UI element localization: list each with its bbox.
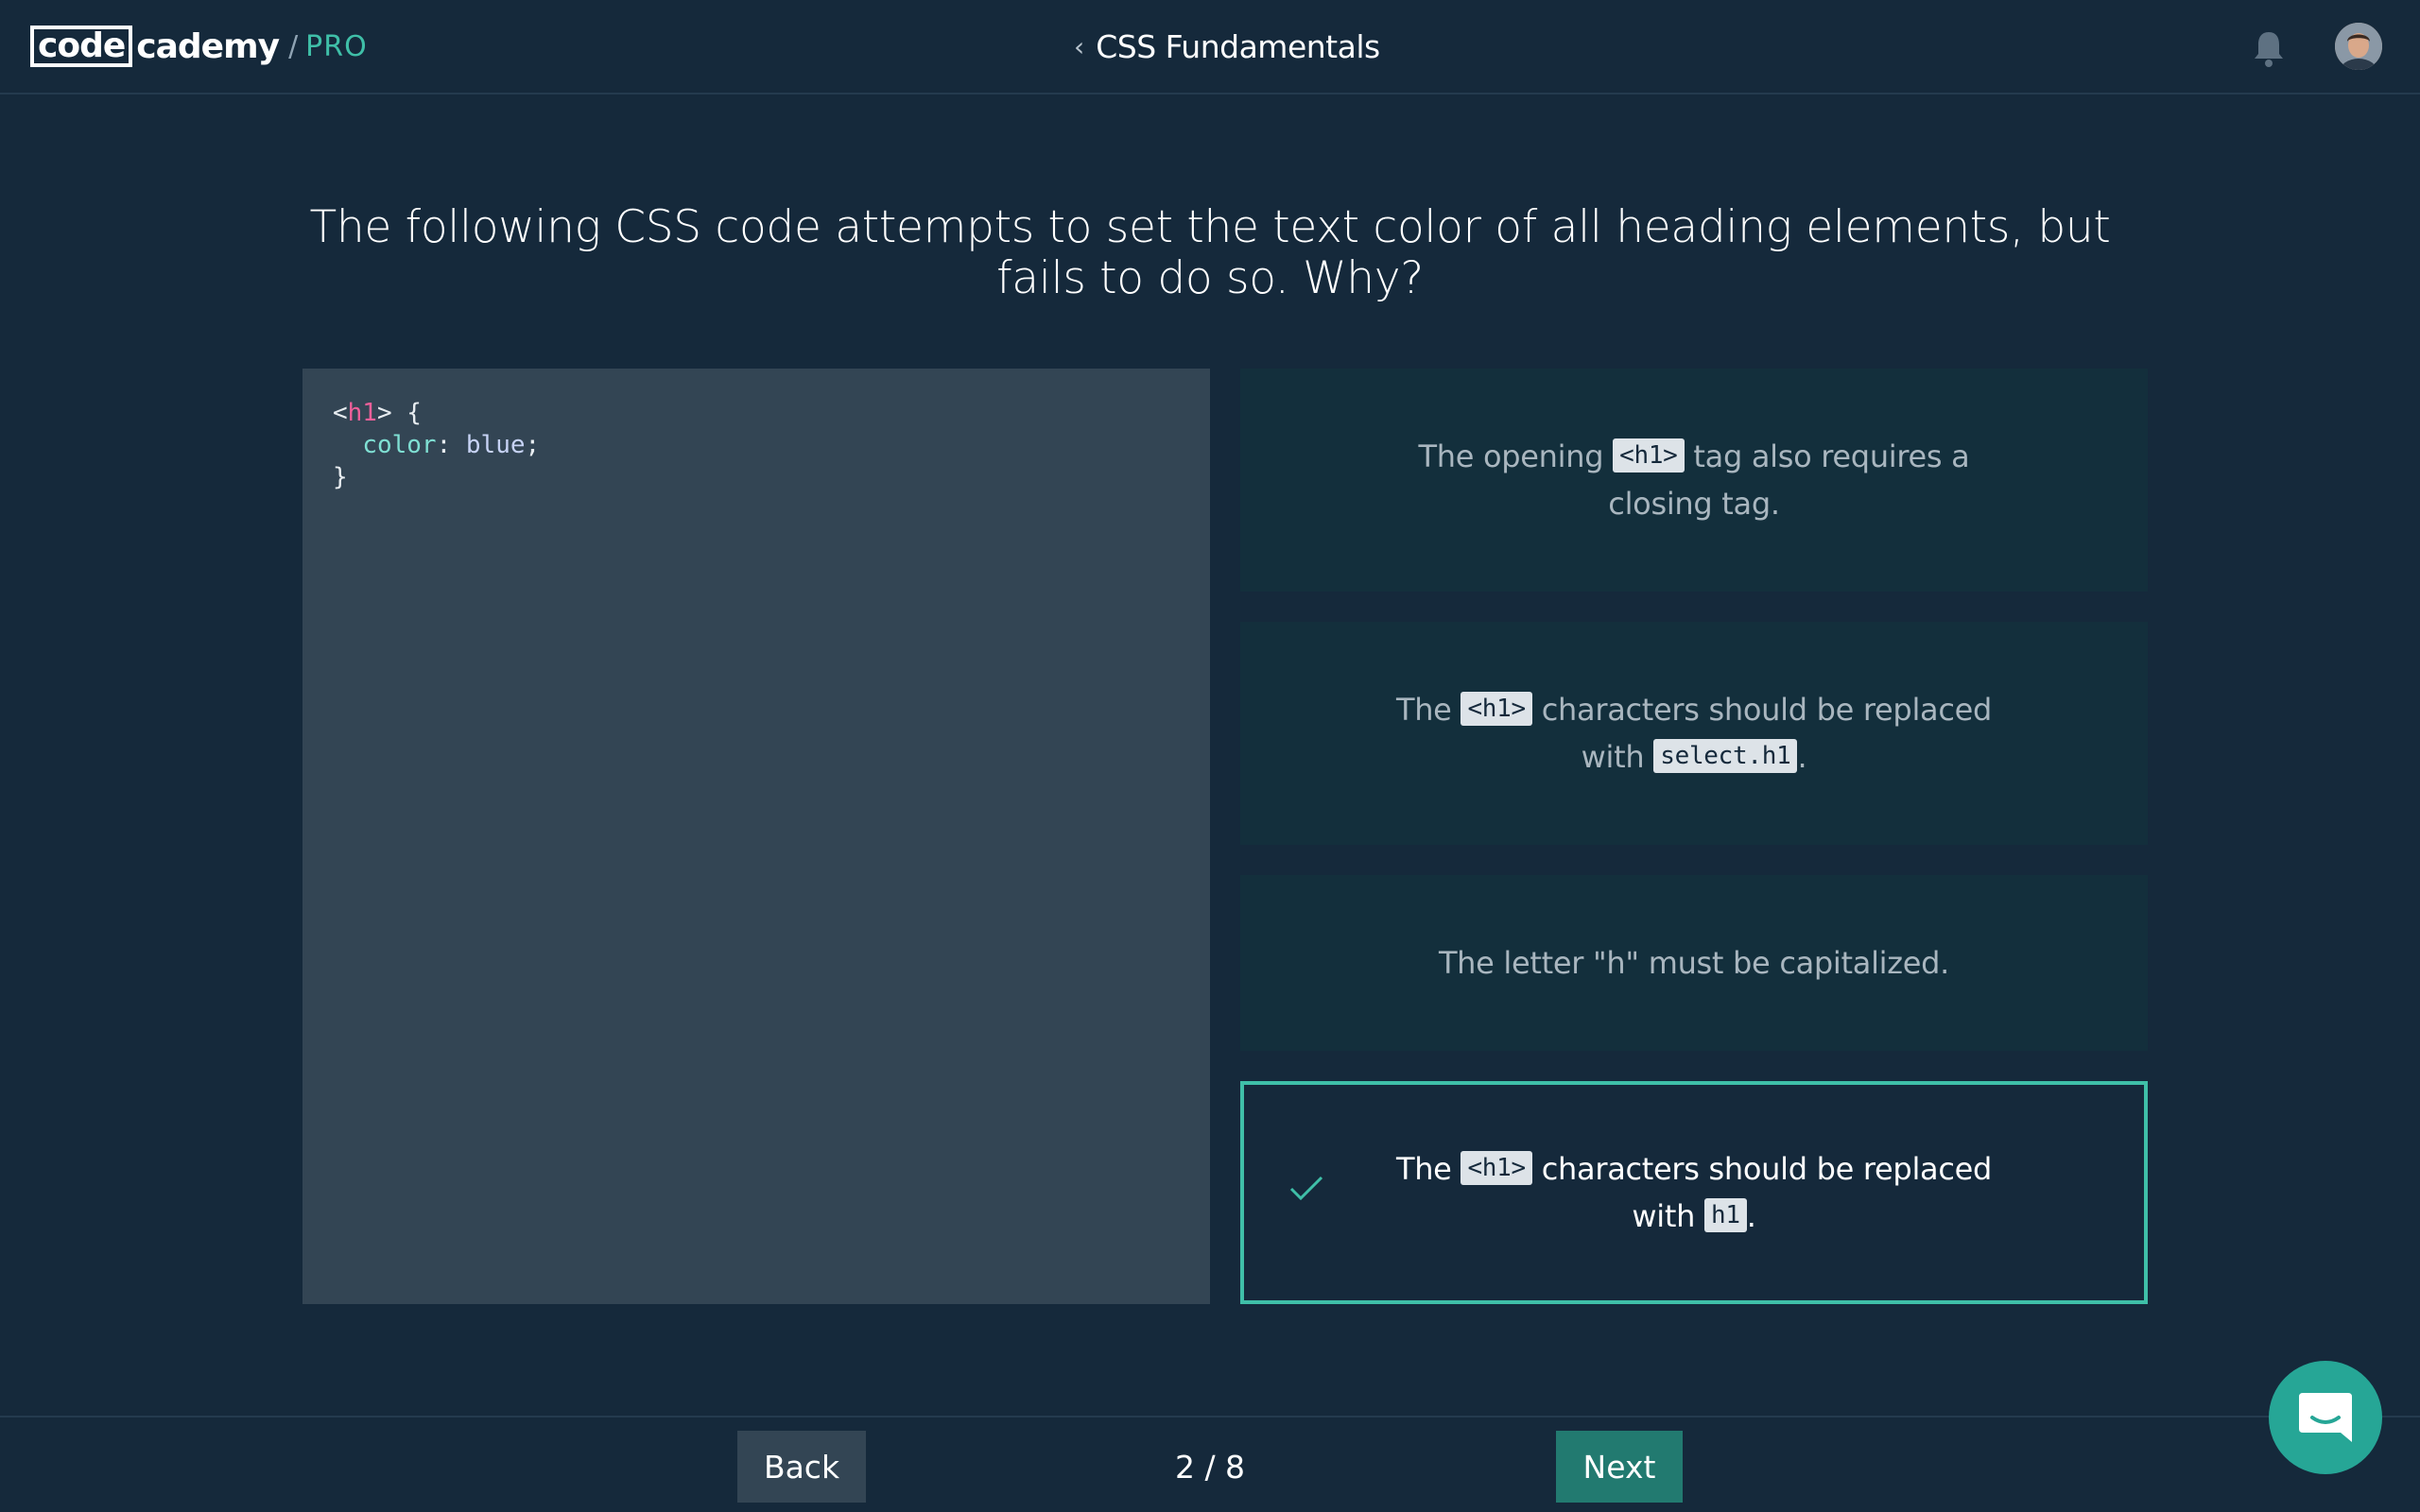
codecademy-logo[interactable]: code cademy / PRO [30, 23, 368, 70]
user-avatar[interactable] [2335, 23, 2382, 70]
answer-text: The <h1> characters should be replaced w… [1386, 1145, 2002, 1240]
logo-slash: / [288, 29, 299, 63]
question-progress: 2 / 8 [1174, 1448, 1246, 1486]
code-token-property: color [362, 431, 437, 459]
answer-option-1[interactable]: The opening <h1> tag also requires a clo… [1240, 369, 2148, 592]
answer-option-3[interactable]: The letter "h" must be capitalized. [1240, 875, 2148, 1051]
answer-text-part: . [1746, 1198, 1756, 1234]
answer-text-part: The [1395, 1151, 1461, 1187]
logo-boxed-text: code [30, 26, 133, 67]
answer-text-part: The opening [1418, 438, 1614, 474]
code-token: > { [376, 399, 422, 427]
top-navigation-bar: code cademy / PRO ‹ CSS Fundamentals [0, 0, 2420, 94]
inline-code: <h1> [1461, 1151, 1532, 1185]
code-snippet-panel: <h1> { color: blue; } [302, 369, 1210, 1304]
answer-text: The opening <h1> tag also requires a clo… [1382, 433, 2006, 527]
code-token: ; [525, 431, 541, 459]
answer-text-part: characters should be replaced with [1531, 1151, 1993, 1234]
chat-bubble-icon[interactable] [2269, 1361, 2382, 1474]
course-back-link[interactable]: ‹ CSS Fundamentals [1074, 25, 1380, 68]
logo-text: cademy [136, 26, 280, 66]
bell-icon[interactable] [2250, 28, 2288, 70]
question-text: The following CSS code attempts to set t… [309, 201, 2111, 304]
answer-text-part: The [1395, 692, 1461, 728]
quiz-footer: Back 2 / 8 Next [0, 1416, 2420, 1512]
answer-option-4-selected[interactable]: The <h1> characters should be replaced w… [1240, 1081, 2148, 1304]
inline-code: select.h1 [1653, 739, 1798, 773]
inline-code: <h1> [1461, 692, 1532, 726]
next-button[interactable]: Next [1556, 1431, 1683, 1503]
answer-text: The letter "h" must be capitalized. [1438, 945, 1950, 981]
code-line-2: color: blue; [333, 429, 1180, 461]
inline-code: h1 [1703, 1198, 1747, 1232]
chevron-left-icon: ‹ [1074, 30, 1085, 62]
code-line-3: } [333, 463, 348, 491]
answer-text-part: . [1797, 739, 1807, 775]
pro-badge: PRO [305, 29, 368, 63]
answer-text: The <h1> characters should be replaced w… [1382, 686, 2006, 781]
course-title: CSS Fundamentals [1096, 27, 1380, 65]
inline-code: <h1> [1613, 438, 1685, 472]
answer-option-2[interactable]: The <h1> characters should be replaced w… [1240, 622, 2148, 845]
code-token: < [333, 399, 348, 427]
code-token: : [436, 431, 466, 459]
check-icon [1288, 1170, 1325, 1208]
code-line-1: <h1> { [333, 397, 1180, 429]
code-token-tag: h1 [347, 399, 377, 427]
code-token-value: blue [465, 431, 526, 459]
back-button[interactable]: Back [737, 1431, 866, 1503]
